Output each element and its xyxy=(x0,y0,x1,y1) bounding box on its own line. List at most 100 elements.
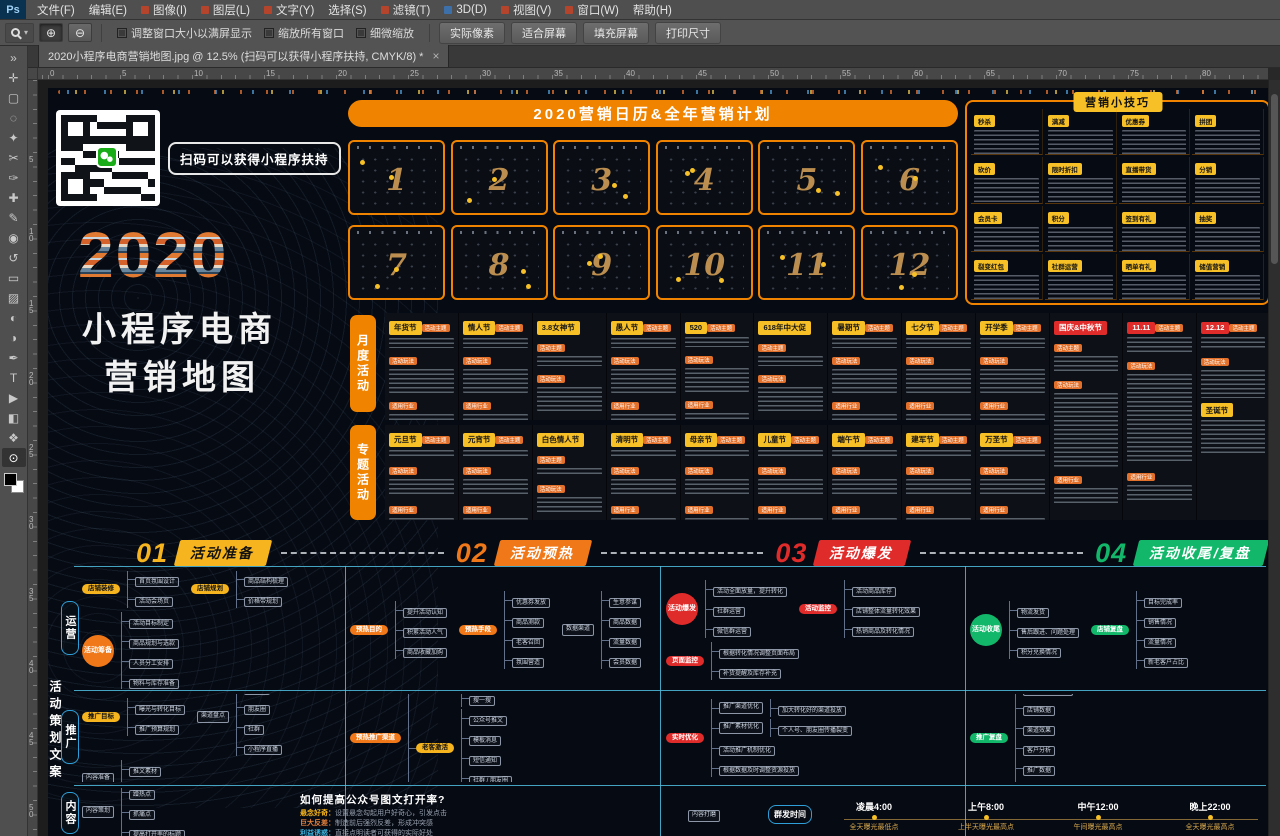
calendar-month-card: 3 xyxy=(553,140,650,215)
calendar-weekday-row xyxy=(665,146,744,149)
pen-tool[interactable]: ✒ xyxy=(2,348,26,367)
event-text-lines xyxy=(611,518,676,521)
document-tab[interactable]: 2020小程序电商营销地图.jpg @ 12.5% (扫码可以获得小程序扶持, … xyxy=(38,45,449,67)
menu-item-label: 窗口(W) xyxy=(577,2,619,18)
tips-grid: 秒杀满减优惠券拼团砍价限时折扣直播带货分销会员卡积分签到有礼抽奖裂变红包社群运营… xyxy=(971,109,1264,300)
send-time-pill: 群发时间 xyxy=(768,805,812,824)
event-title: 国庆&中秋节 xyxy=(1054,321,1107,335)
options-button[interactable]: 填充屏幕 xyxy=(583,22,649,44)
zoom-tool[interactable]: ⊙ xyxy=(2,448,26,467)
map-node: 销售情况 xyxy=(1144,618,1176,628)
phase-label: 活动准备 xyxy=(174,540,272,566)
hand-tool[interactable]: ❖ xyxy=(2,428,26,447)
menu-item[interactable]: 文字(Y) xyxy=(257,0,321,19)
content-line-lead: 巨大反差： xyxy=(300,820,335,827)
quick-select-tool[interactable]: ✦ xyxy=(2,128,26,147)
options-button[interactable]: 适合屏幕 xyxy=(511,22,577,44)
phase: 04活动收尾/复盘 xyxy=(1095,538,1266,569)
event-text-lines xyxy=(537,356,602,366)
qr-module xyxy=(83,158,90,165)
tip-cell: 抽奖 xyxy=(1192,206,1264,252)
lasso-tool[interactable]: ◌ xyxy=(2,108,26,127)
options-button[interactable]: 实际像素 xyxy=(439,22,505,44)
options-button[interactable]: 打印尺寸 xyxy=(655,22,721,44)
collapse-panel[interactable]: » xyxy=(2,48,26,67)
event-text-lines xyxy=(389,518,454,521)
qr-module xyxy=(83,115,90,122)
menu-item[interactable]: 视图(V) xyxy=(494,0,558,19)
event-text-lines xyxy=(832,369,897,393)
ruler-top-number: 30 xyxy=(482,69,491,78)
zoom-option-checkbox[interactable]: 缩放所有窗口 xyxy=(264,25,344,41)
menu-item[interactable]: 文件(F) xyxy=(30,0,82,19)
zoom-option-checkbox[interactable]: 调整窗口大小以满屏显示 xyxy=(117,25,252,41)
tip-cell: 优惠券 xyxy=(1119,109,1191,155)
clone-stamp-tool[interactable]: ◉ xyxy=(2,228,26,247)
document-canvas[interactable]: 扫码可以获得小程序扶持 2020 小程序电商 营销地图 2020营销日历&全年营… xyxy=(38,80,1268,836)
event-text-lines xyxy=(611,479,676,497)
calendar-days-grid xyxy=(665,239,744,293)
timeline-label: 午间曝光最高点 xyxy=(1042,822,1154,832)
vertical-ruler[interactable]: 51 01 52 02 53 03 54 04 55 0 xyxy=(28,80,38,836)
ruler-left-number: 1 5 xyxy=(29,300,33,314)
menu-item[interactable]: 选择(S) xyxy=(321,0,373,19)
marquee-tool[interactable]: ▢ xyxy=(2,88,26,107)
history-brush-tool[interactable]: ↺ xyxy=(2,248,26,267)
timeline-label: 全天曝光最高点 xyxy=(1154,822,1266,832)
move-tool[interactable]: ✛ xyxy=(2,68,26,87)
qr-module xyxy=(141,187,148,194)
crop-tool[interactable]: ✂ xyxy=(2,148,26,167)
map-tree: 活动筹备活动目标制定商品规划与选款人员分工安排物料与库存准备 xyxy=(82,612,179,689)
qr-module xyxy=(126,129,133,136)
path-select-tool[interactable]: ▶ xyxy=(2,388,26,407)
menu-item[interactable]: 图像(I) xyxy=(134,0,194,19)
poster-image[interactable]: 扫码可以获得小程序扶持 2020 小程序电商 营销地图 2020营销日历&全年营… xyxy=(48,88,1268,836)
menu-item[interactable]: 窗口(W) xyxy=(558,0,626,19)
healing-brush-tool[interactable]: ✚ xyxy=(2,188,26,207)
tip-cell: 满减 xyxy=(1045,109,1117,155)
horizontal-ruler[interactable]: 05101520253035404550556065707580 xyxy=(38,68,1268,80)
qr-module xyxy=(148,151,155,158)
tool-preset-picker[interactable]: ▾ xyxy=(5,23,34,43)
gradient-tool[interactable]: ▨ xyxy=(2,288,26,307)
map-tree: 实时优化推广渠道优化加大转化好的渠道投放推广素材优化个人号、朋友圈传播裂变活动推… xyxy=(666,699,852,777)
menu-item[interactable]: 编辑(E) xyxy=(82,0,134,19)
event-text-lines xyxy=(463,414,528,421)
foreground-color[interactable] xyxy=(4,473,17,486)
dodge-tool[interactable]: ◑ xyxy=(2,328,26,347)
qr-module xyxy=(75,151,82,158)
zoom-in-button[interactable]: ⊕ xyxy=(39,23,63,42)
qr-module xyxy=(68,194,75,201)
eraser-tool[interactable]: ▭ xyxy=(2,268,26,287)
map-node: 公众号推文 xyxy=(469,716,507,726)
qr-module xyxy=(141,194,148,201)
blur-tool[interactable]: ◐ xyxy=(2,308,26,327)
map-branch-item: 推文素材 xyxy=(129,760,161,778)
tab-close-button[interactable]: × xyxy=(432,49,439,63)
calendar-days-grid xyxy=(767,239,846,293)
type-tool[interactable]: T xyxy=(2,368,26,387)
map-branch-item: 曝光与转化目标 xyxy=(135,698,185,716)
menu-item[interactable]: 帮助(H) xyxy=(626,0,679,19)
menu-item[interactable]: 滤镜(T) xyxy=(374,0,438,19)
brush-tool[interactable]: ✎ xyxy=(2,208,26,227)
tip-cell: 社群运营 xyxy=(1045,254,1117,300)
map-node: 社群 / 朋友圈 xyxy=(469,776,512,782)
menu-item[interactable]: 图层(L) xyxy=(194,0,257,19)
color-swatches[interactable] xyxy=(3,472,25,494)
zoom-option-checkbox[interactable]: 细微缩放 xyxy=(356,25,414,41)
zoom-out-button[interactable]: ⊖ xyxy=(68,23,92,42)
shape-tool[interactable]: ◧ xyxy=(2,408,26,427)
event-tag: 活动主题 xyxy=(865,324,893,332)
map-node: 店铺装修 xyxy=(82,584,120,594)
qr-module xyxy=(133,158,140,165)
map-node: 模板消息 xyxy=(469,736,501,746)
event-column: 520活动主题活动玩法适用行业 xyxy=(681,313,755,420)
vertical-scrollbar[interactable] xyxy=(1268,80,1280,836)
scrollbar-thumb[interactable] xyxy=(1271,94,1278,264)
map-branch: 朋友圈广告附近的小程序搜一搜 xyxy=(461,694,513,707)
calendar-weekday-row xyxy=(870,146,949,149)
map-node: 店铺复盘 xyxy=(1091,625,1129,635)
eyedropper-tool[interactable]: ✑ xyxy=(2,168,26,187)
menu-item[interactable]: 3D(D) xyxy=(437,0,494,19)
